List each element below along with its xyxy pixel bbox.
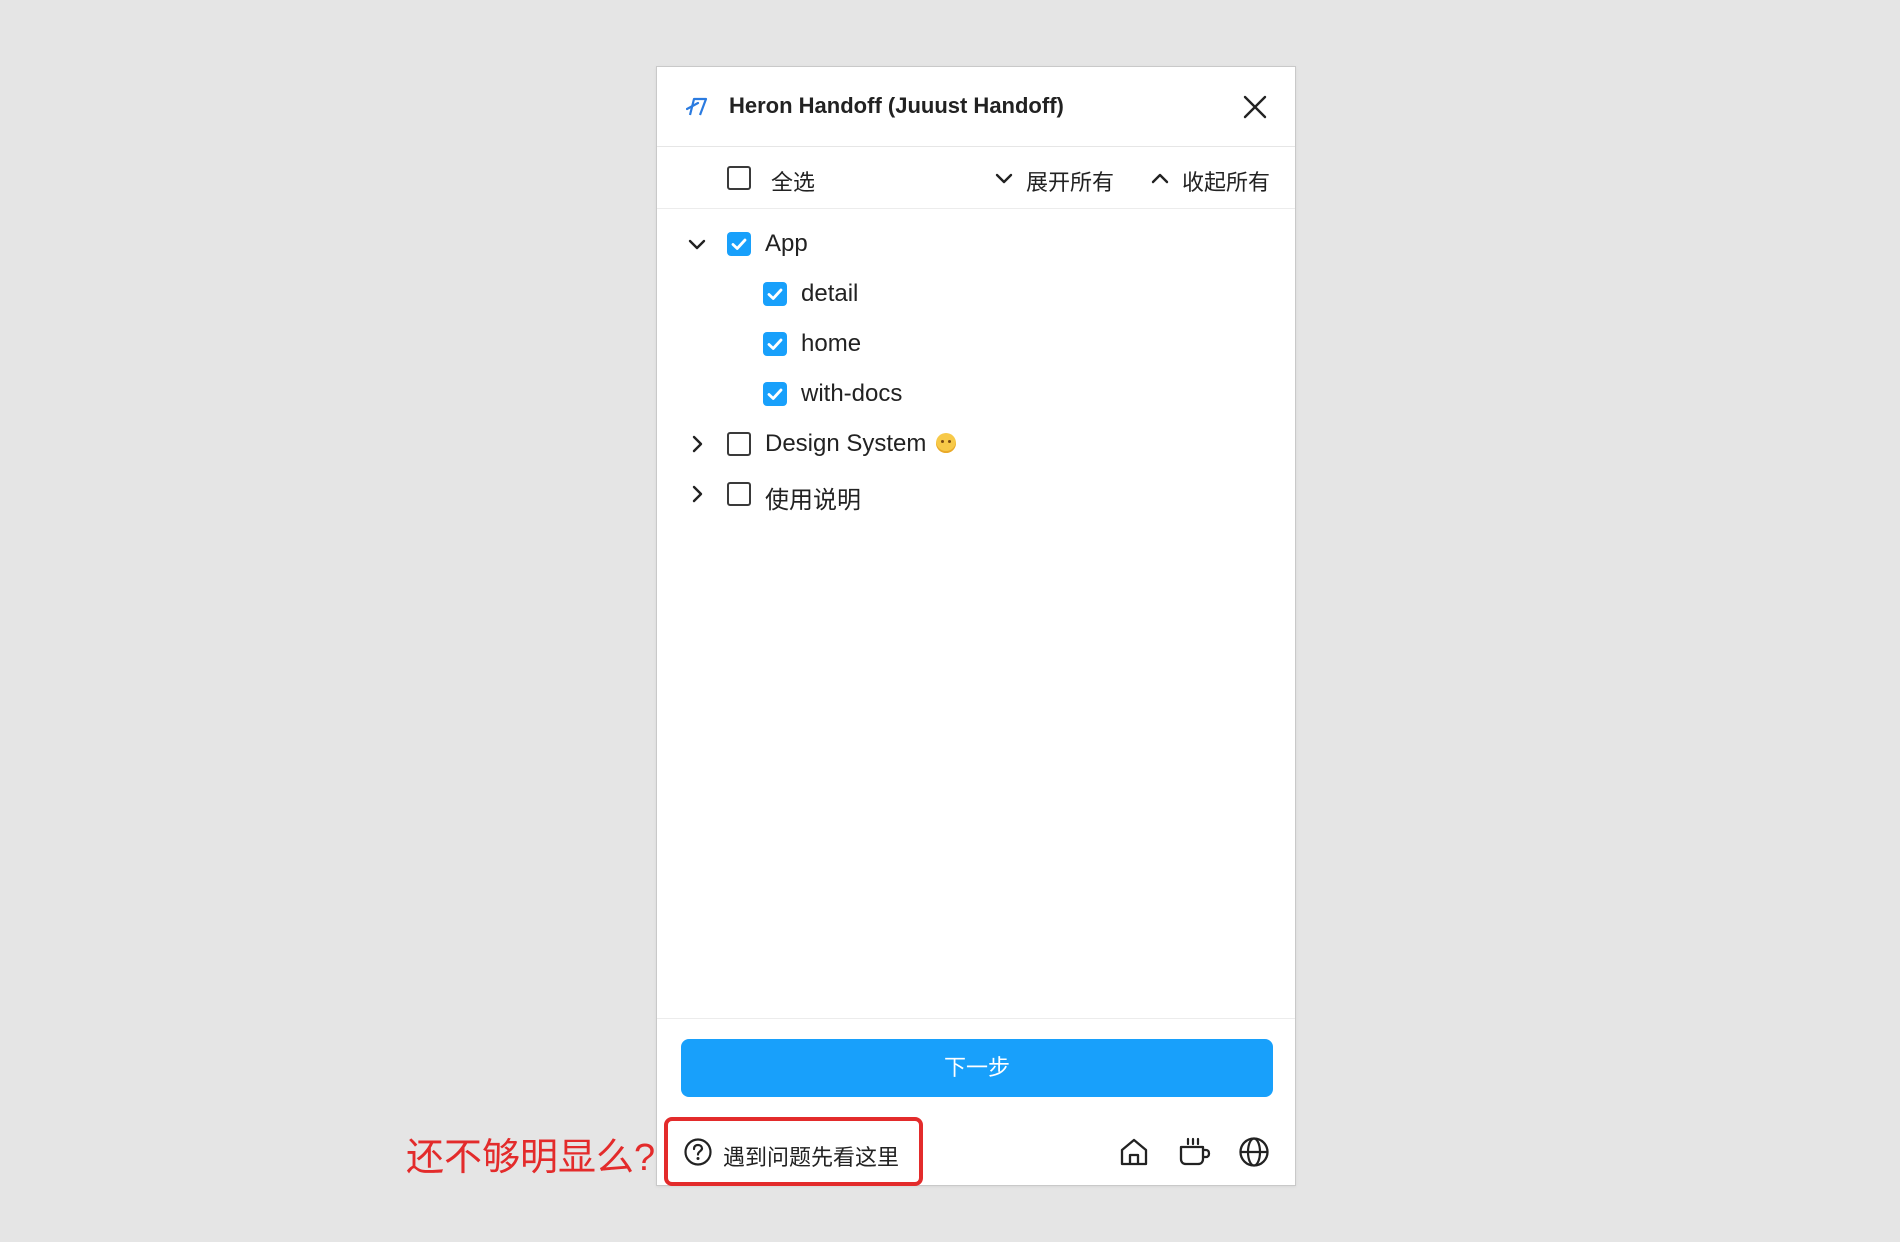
tree-item-home[interactable]: home [657,319,1295,369]
tree-item-detail[interactable]: detail [657,269,1295,319]
expand-all-button[interactable]: 展开所有 [993,147,1115,209]
select-all-checkbox[interactable] [727,166,751,190]
tree-item-label-wrap: Design System [765,430,957,458]
heron-logo-icon [686,97,708,116]
tree-item-label: 使用说明 [765,487,861,514]
tree-item-label: detail [801,280,859,307]
plugin-panel: Heron Handoff (Juuust Handoff) 全选 展开所有 收… [656,66,1296,1186]
smiley-face-emoji [936,433,957,453]
app-checkbox[interactable] [727,232,751,256]
tree-toolbar: 全选 展开所有 收起所有 [657,147,1295,209]
checkmark-icon [767,388,783,400]
next-step-button[interactable]: 下一步 [681,1039,1273,1097]
tree-item-usage-guide[interactable]: 使用说明 [657,469,1295,519]
select-all-label: 全选 [771,170,816,195]
chevron-right-icon[interactable] [686,433,708,455]
panel-header: Heron Handoff (Juuust Handoff) [657,67,1295,147]
collapse-all-button[interactable]: 收起所有 [1149,147,1279,209]
home-checkbox[interactable] [763,332,787,356]
tree-item-label: Design System [765,430,927,457]
help-highlight-box [664,1117,923,1186]
detail-checkbox[interactable] [763,282,787,306]
chevron-down-icon[interactable] [686,233,708,255]
chevron-down-icon [995,173,1013,184]
chevron-up-icon [1151,173,1169,184]
chevron-right-icon[interactable] [686,483,708,505]
design-system-checkbox[interactable] [727,432,751,456]
close-icon[interactable] [1241,93,1269,121]
coffee-icon[interactable] [1177,1135,1211,1169]
tree-item-design-system[interactable]: Design System [657,419,1295,469]
window-title: Heron Handoff (Juuust Handoff) [729,93,1064,118]
footer-divider [657,1018,1295,1019]
expand-all-label: 展开所有 [1026,170,1115,195]
tree-item-label: with-docs [801,380,903,407]
annotation-text: 还不够明显么? [406,1137,656,1179]
collapse-all-label: 收起所有 [1182,170,1271,195]
tree-item-with-docs[interactable]: with-docs [657,369,1295,419]
with-docs-checkbox[interactable] [763,382,787,406]
usage-guide-checkbox[interactable] [727,482,751,506]
checkmark-icon [767,288,783,300]
tree-item-label: home [801,330,862,357]
checkmark-icon [731,238,747,250]
home-icon[interactable] [1117,1135,1151,1169]
checkmark-icon [767,338,783,350]
tree-item-label: App [765,230,808,257]
tree-item-app[interactable]: App [657,219,1295,269]
globe-icon[interactable] [1237,1135,1271,1169]
